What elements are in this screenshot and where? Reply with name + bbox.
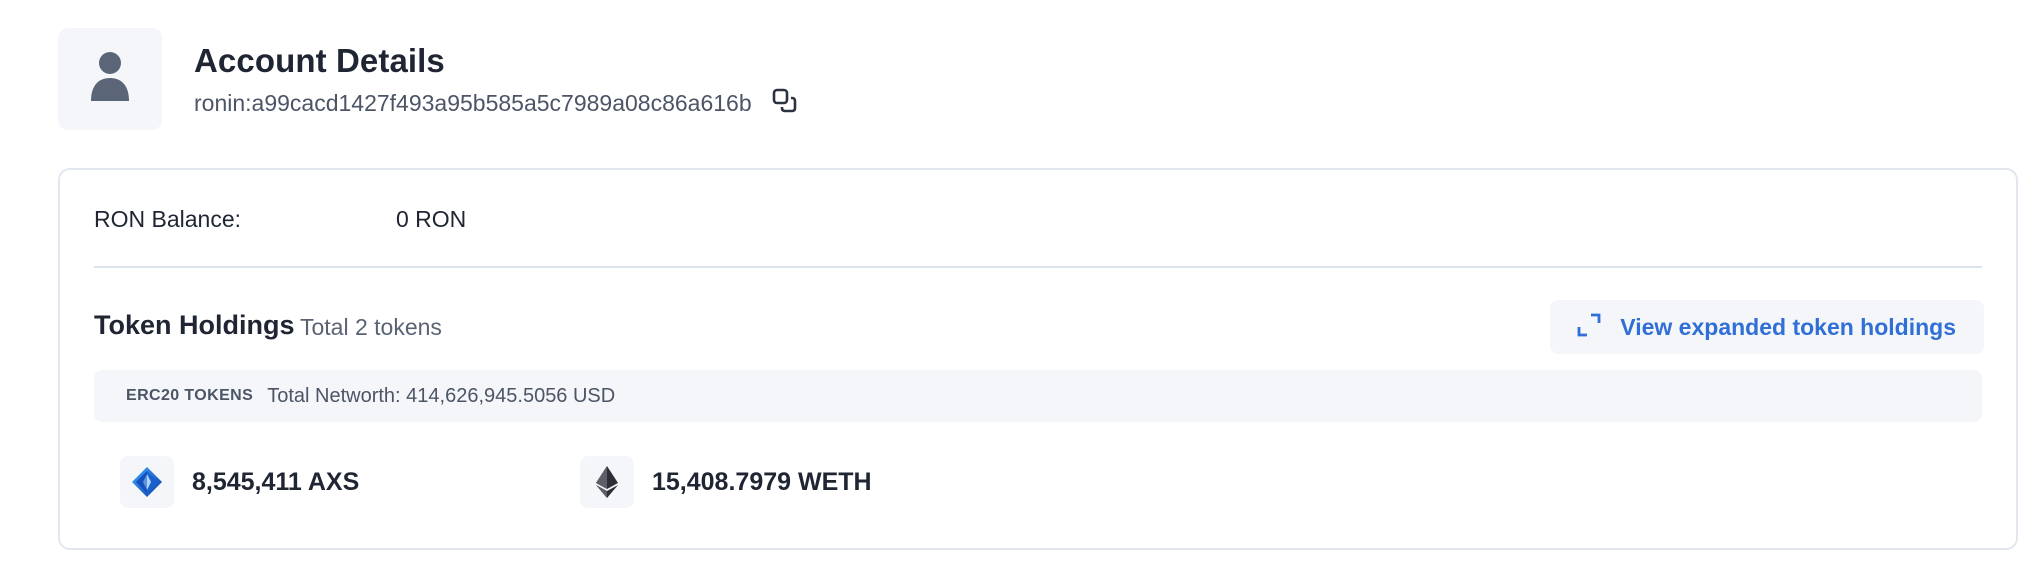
token-item-axs[interactable]: 8,545,411 AXS [120, 456, 359, 508]
erc20-summary-bar: ERC20 TOKENS Total Networth: 414,626,945… [94, 370, 1982, 422]
view-expanded-holdings-button[interactable]: View expanded token holdings [1550, 300, 1984, 354]
erc20-label: ERC20 TOKENS [126, 387, 254, 404]
ron-balance-label: RON Balance: [94, 206, 242, 232]
account-header: Account Details ronin:a99cacd1427f493a95… [58, 28, 1058, 130]
copy-icon [772, 88, 798, 119]
token-item-weth[interactable]: 15,408.7979 WETH [580, 456, 872, 508]
expand-icon [1576, 312, 1602, 343]
account-address: ronin:a99cacd1427f493a95b585a5c7989a08c8… [194, 89, 752, 116]
weth-amount: 15,408.7979 WETH [652, 467, 872, 496]
avatar [58, 28, 162, 130]
token-holdings-total: Total 2 tokens [300, 314, 442, 340]
ron-balance-row: RON Balance: 0 RON [94, 206, 466, 233]
total-networth: Total Networth: 414,626,945.5056 USD [267, 384, 616, 407]
address-row: ronin:a99cacd1427f493a95b585a5c7989a08c8… [194, 88, 800, 118]
axs-amount: 8,545,411 AXS [192, 467, 360, 496]
eth-icon [580, 456, 634, 508]
account-card: RON Balance: 0 RON Token Holdings Total … [58, 168, 2018, 550]
view-expanded-holdings-label: View expanded token holdings [1620, 313, 1956, 340]
axs-icon [120, 456, 174, 508]
ron-balance-value: 0 RON [396, 206, 467, 232]
page-title: Account Details [194, 42, 445, 79]
copy-address-button[interactable] [770, 88, 800, 118]
divider [94, 266, 1982, 268]
user-icon [90, 51, 130, 108]
token-holdings-title: Token Holdings [94, 310, 295, 340]
